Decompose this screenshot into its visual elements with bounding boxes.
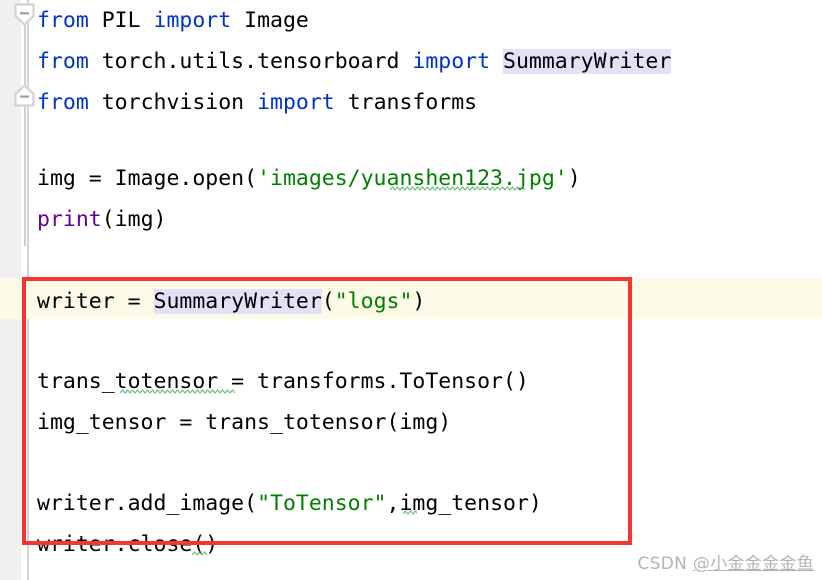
code-token: "ToTensor" xyxy=(257,491,387,516)
code-token: Image xyxy=(244,8,309,33)
code-token: ) xyxy=(412,289,426,314)
code-token: "logs" xyxy=(334,289,413,314)
code-token: torchvision xyxy=(101,90,258,115)
code-token: import xyxy=(412,49,504,74)
code-token: ) xyxy=(567,166,581,191)
code-token: transforms xyxy=(347,90,478,115)
code-token: from xyxy=(37,90,102,115)
code-line[interactable]: writer.close() xyxy=(37,524,218,565)
code-line[interactable]: img_tensor = trans_totensor(img) xyxy=(37,402,451,443)
code-text-layer[interactable]: from PIL import Image from torch.utils.te… xyxy=(0,0,822,580)
code-line[interactable]: writer = SummaryWriter("logs") xyxy=(37,281,425,322)
code-token: img_tensor = trans_totensor(img) xyxy=(37,410,452,435)
typo-close-paren xyxy=(192,551,208,556)
typo-img-tensor-comma xyxy=(403,510,417,515)
watermark-prefix: CSDN xyxy=(637,554,693,574)
fold-collapse-icon-end[interactable] xyxy=(14,84,35,107)
code-token: (img) xyxy=(101,207,167,232)
code-token: writer = xyxy=(37,289,154,314)
code-editor[interactable]: from PIL import Image from torch.utils.te… xyxy=(0,0,822,580)
highlighted-symbol: SummaryWriter xyxy=(153,289,322,314)
fold-collapse-icon-start[interactable] xyxy=(14,3,35,26)
code-token: PIL xyxy=(101,8,154,33)
code-line[interactable]: img = Image.open('images/yuanshen123.jpg… xyxy=(37,158,581,199)
code-token: torch.utils.tensorboard xyxy=(101,49,413,74)
csdn-watermark: CSDN @小金金金金鱼 xyxy=(638,549,814,574)
code-token: import xyxy=(257,90,348,115)
code-token: print xyxy=(37,207,102,232)
code-line[interactable]: print(img) xyxy=(37,199,166,240)
code-token: img = Image.open( xyxy=(37,166,258,191)
code-token: from xyxy=(37,49,102,74)
typo-totensor xyxy=(120,389,236,394)
code-line[interactable]: writer.add_image("ToTensor",img_tensor) xyxy=(37,483,542,524)
code-line[interactable]: from torch.utils.tensorboard import Summ… xyxy=(37,41,672,82)
code-token: ( xyxy=(321,289,335,314)
code-line[interactable]: from torchvision import transforms xyxy=(37,82,477,123)
code-token: from xyxy=(37,8,102,33)
watermark-handle: @小金金金金鱼 xyxy=(692,554,814,574)
code-token: writer.add_image( xyxy=(37,491,258,516)
code-token: import xyxy=(153,8,245,33)
highlighted-symbol: SummaryWriter xyxy=(503,49,672,74)
code-line[interactable]: trans_totensor = transforms.ToTensor() xyxy=(37,361,529,402)
code-line[interactable]: from PIL import Image xyxy=(37,0,309,41)
typo-yuanshen123 xyxy=(390,186,526,191)
fold-region-connector xyxy=(24,24,26,246)
code-token: trans_totensor = transforms.ToTensor() xyxy=(37,369,529,394)
